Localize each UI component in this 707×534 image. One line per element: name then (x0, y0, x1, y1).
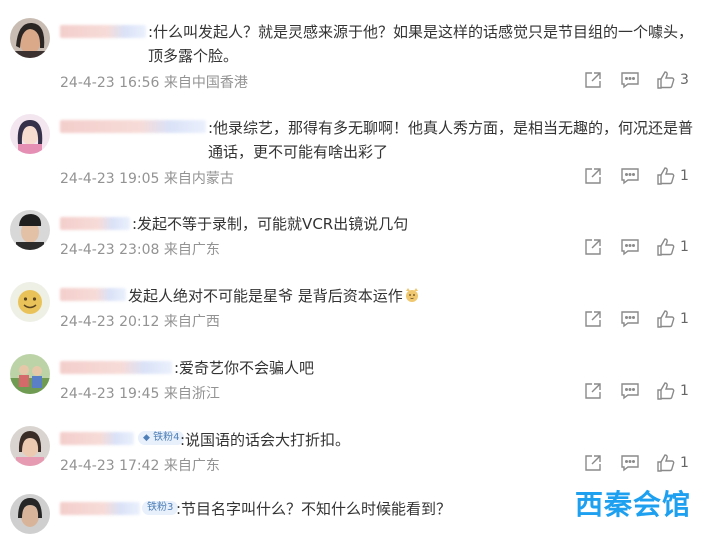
like-icon[interactable] (656, 70, 676, 90)
like-count: 3 (680, 72, 689, 88)
fan-badge: ◆ 铁粉4 (138, 431, 185, 445)
share-icon[interactable] (583, 453, 603, 473)
username-blurred[interactable] (60, 217, 130, 230)
comment-date: 24-4-23 19:05 (60, 171, 160, 187)
share-icon[interactable] (583, 166, 603, 186)
watermark-logo: 西秦会馆 (575, 488, 692, 521)
comment-actions: 1 (583, 381, 703, 403)
comment-meta: 24-4-23 19:05 来自内蒙古 (60, 168, 234, 188)
comment-icon[interactable] (620, 70, 640, 90)
comment-meta: 24-4-23 23:08 来自广东 (60, 239, 220, 259)
comment-meta: 24-4-23 16:56 来自中国香港 (60, 72, 248, 92)
like-count: 1 (680, 455, 689, 471)
comment-location: 来自广东 (163, 458, 220, 474)
username-blurred[interactable] (60, 120, 206, 133)
comment-text: :说国语的话会大打折扣。 (180, 431, 351, 449)
like-count: 1 (680, 239, 689, 255)
comment-location: 来自广西 (163, 314, 220, 330)
user-avatar[interactable] (10, 210, 50, 250)
like-icon[interactable] (656, 237, 676, 257)
user-avatar[interactable] (10, 426, 50, 466)
like-icon[interactable] (656, 453, 676, 473)
cat-emoji-icon (404, 286, 420, 302)
comment-meta: 24-4-23 17:42 来自广东 (60, 455, 220, 475)
user-avatar[interactable] (10, 18, 50, 58)
comment-text: :节目名字叫什么？不知什么时候能看到？ (176, 500, 452, 518)
like-count: 1 (680, 168, 689, 184)
comment-text: :他录综艺，那得有多无聊啊！他真人秀方面，是相当无趣的，何况还是普 通话，更不可… (208, 119, 694, 161)
username-blurred[interactable] (60, 432, 134, 445)
comment-icon[interactable] (620, 309, 640, 329)
like-icon[interactable] (656, 166, 676, 186)
comment-actions: 1 (583, 309, 703, 331)
comment-location: 来自广东 (163, 242, 220, 258)
comment-icon[interactable] (620, 381, 640, 401)
comment-meta: 24-4-23 19:45 来自浙江 (60, 383, 220, 403)
user-avatar[interactable] (10, 282, 50, 322)
comment-actions: 1 (583, 453, 703, 475)
user-avatar[interactable] (10, 114, 50, 154)
username-blurred[interactable] (60, 361, 172, 374)
username-blurred[interactable] (60, 502, 140, 515)
like-icon[interactable] (656, 381, 676, 401)
like-count: 1 (680, 383, 689, 399)
comment-icon[interactable] (620, 453, 640, 473)
fan-badge-label: 铁粉3 (147, 502, 174, 513)
fan-badge: 铁粉3 (142, 501, 179, 515)
comment-location: 来自中国香港 (163, 75, 248, 91)
comment-actions: 1 (583, 237, 703, 259)
comment-actions: 1 (583, 166, 703, 188)
comment-text: 发起人绝对不可能是星爷 是背后资本运作 (128, 284, 688, 308)
comment-date: 24-4-23 23:08 (60, 242, 160, 258)
user-avatar[interactable] (10, 494, 50, 534)
comment-text: :爱奇艺你不会骗人吧 (174, 359, 315, 377)
diamond-icon: ◆ (143, 433, 150, 443)
username-blurred[interactable] (60, 288, 126, 301)
comment-text: :发起不等于录制，可能就VCR出镜说几句 (132, 215, 409, 233)
user-avatar[interactable] (10, 354, 50, 394)
comment-location: 来自浙江 (163, 386, 220, 402)
comment-text: :什么叫发起人？就是灵感来源于他？如果是这样的话感觉只是节目组的一个噱头， 顶多… (148, 23, 694, 65)
fan-badge-label: 铁粉4 (153, 432, 180, 443)
comment-text-content: 发起人绝对不可能是星爷 是背后资本运作 (128, 287, 403, 305)
share-icon[interactable] (583, 309, 603, 329)
share-icon[interactable] (583, 70, 603, 90)
comment-date: 24-4-23 16:56 (60, 75, 160, 91)
comment-date: 24-4-23 19:45 (60, 386, 160, 402)
like-icon[interactable] (656, 309, 676, 329)
comment-icon[interactable] (620, 166, 640, 186)
like-count: 1 (680, 311, 689, 327)
comment-actions: 3 (583, 70, 703, 92)
share-icon[interactable] (583, 237, 603, 257)
comment-icon[interactable] (620, 237, 640, 257)
comment-meta: 24-4-23 20:12 来自广西 (60, 311, 220, 331)
comment-date: 24-4-23 17:42 (60, 458, 160, 474)
comment-date: 24-4-23 20:12 (60, 314, 160, 330)
share-icon[interactable] (583, 381, 603, 401)
username-blurred[interactable] (60, 25, 146, 38)
comment-location: 来自内蒙古 (163, 171, 234, 187)
